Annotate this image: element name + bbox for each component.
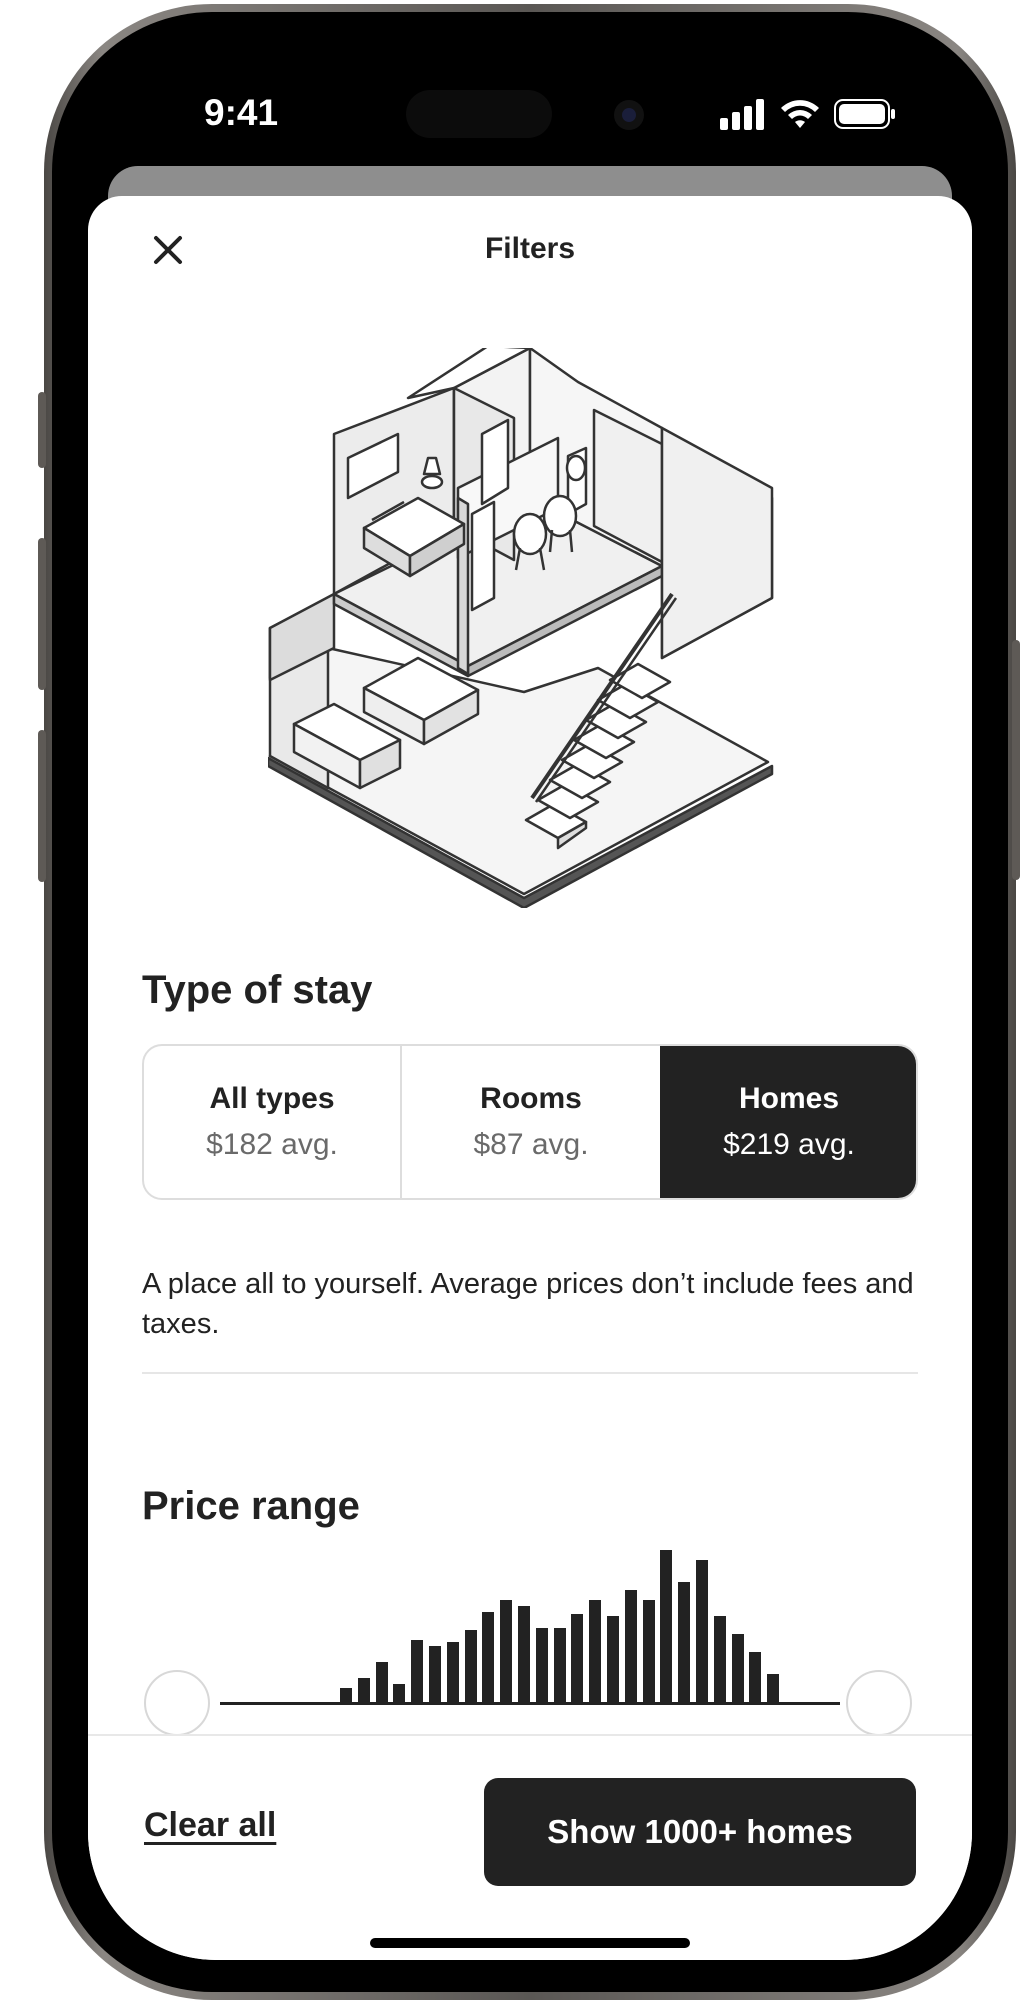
histogram-bar xyxy=(713,1616,726,1704)
histogram-bar xyxy=(393,1684,406,1704)
clear-all-link[interactable]: Clear all xyxy=(144,1806,276,1845)
type-description: A place all to yourself. Average prices … xyxy=(142,1268,914,1340)
signal-icon xyxy=(720,99,764,130)
type-option-price: $87 avg. xyxy=(473,1128,589,1161)
histogram-bar xyxy=(518,1606,530,1704)
histogram-bar xyxy=(678,1582,691,1704)
type-of-stay-selector: All types $182 avg. Rooms $87 avg. Homes… xyxy=(142,1044,918,1200)
power-button xyxy=(1012,640,1020,880)
page-title: Filters xyxy=(484,232,576,265)
histogram-bar xyxy=(660,1550,673,1704)
camera-icon xyxy=(614,100,644,130)
histogram-bar xyxy=(642,1600,655,1704)
histogram-bar xyxy=(429,1646,441,1704)
histogram-bar xyxy=(482,1612,495,1704)
battery-icon xyxy=(834,99,895,129)
price-range-heading: Price range xyxy=(142,1484,360,1528)
dynamic-island xyxy=(406,90,552,138)
home-indicator xyxy=(370,1938,690,1948)
silent-switch xyxy=(38,392,46,468)
volume-down-button xyxy=(38,730,46,882)
type-option-label: Homes xyxy=(738,1082,840,1115)
histogram-bar xyxy=(589,1600,602,1704)
type-option-homes[interactable]: Homes $219 avg. xyxy=(660,1046,916,1198)
histogram-bar xyxy=(411,1640,424,1704)
histogram-bar xyxy=(607,1616,619,1704)
type-option-label: All types xyxy=(209,1082,335,1115)
section-divider xyxy=(142,1372,918,1374)
type-option-rooms[interactable]: Rooms $87 avg. xyxy=(402,1046,660,1198)
type-option-price: $182 avg. xyxy=(206,1128,338,1161)
screen: 9:41 Filters Type of stay All types $182… xyxy=(88,48,972,1960)
histogram-bar xyxy=(500,1600,513,1704)
volume-up-button xyxy=(38,538,46,690)
histogram-bar xyxy=(749,1652,762,1704)
house-illustration xyxy=(268,348,774,908)
status-time: 9:41 xyxy=(204,92,279,133)
type-option-label: Rooms xyxy=(480,1082,582,1115)
wifi-icon xyxy=(781,100,819,128)
histogram-bar xyxy=(624,1590,637,1704)
price-histogram xyxy=(88,1548,972,1704)
histogram-bar xyxy=(535,1628,548,1704)
type-option-all[interactable]: All types $182 avg. xyxy=(144,1046,402,1198)
histogram-bar xyxy=(464,1630,477,1704)
type-of-stay-heading: Type of stay xyxy=(142,968,373,1012)
price-max-handle[interactable] xyxy=(846,1670,912,1736)
histogram-bar xyxy=(375,1662,388,1704)
type-option-price: $219 avg. xyxy=(723,1128,855,1161)
histogram-bar xyxy=(357,1678,370,1704)
price-min-handle[interactable] xyxy=(144,1670,210,1736)
price-slider-track xyxy=(220,1702,840,1705)
histogram-bar xyxy=(571,1614,584,1704)
histogram-bar xyxy=(553,1628,566,1704)
histogram-bar xyxy=(731,1634,744,1704)
histogram-bar xyxy=(696,1560,708,1704)
histogram-bar xyxy=(767,1674,780,1704)
show-homes-button[interactable]: Show 1000+ homes xyxy=(484,1778,916,1886)
histogram-bar xyxy=(446,1642,459,1704)
